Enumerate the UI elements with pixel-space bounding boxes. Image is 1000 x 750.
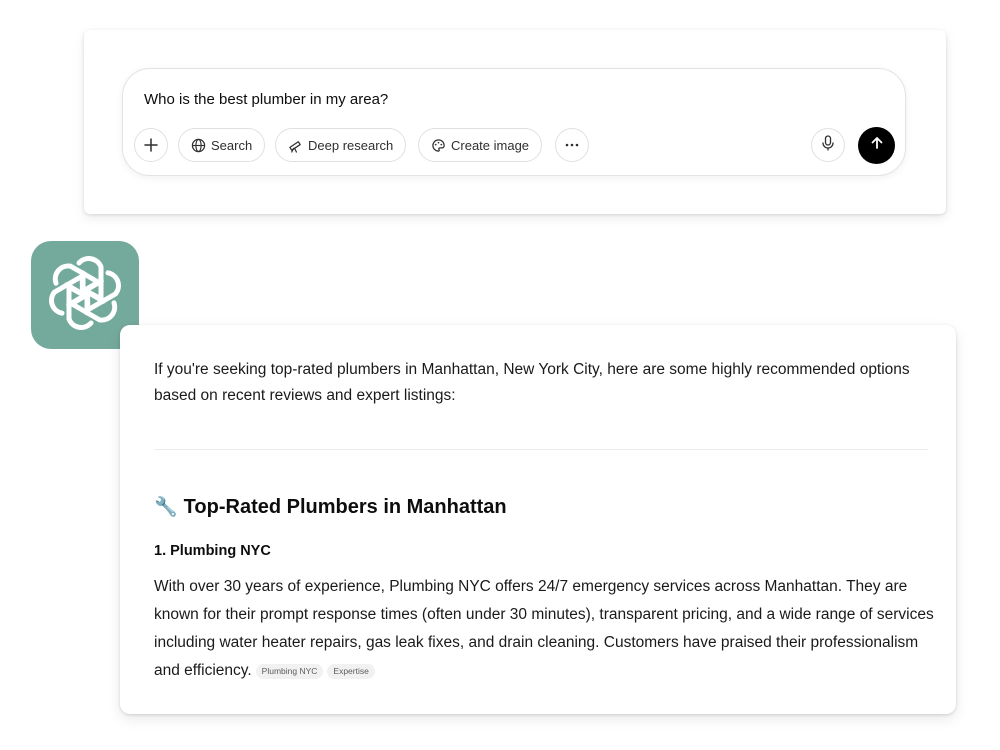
source-chip[interactable]: Expertise — [327, 664, 375, 679]
deep-research-label: Deep research — [308, 137, 394, 153]
response-intro: If you're seeking top-rated plumbers in … — [154, 361, 910, 404]
plus-icon — [143, 137, 159, 153]
composer-input[interactable]: Who is the best plumber in my area? — [144, 91, 388, 108]
send-button[interactable] — [858, 127, 895, 164]
more-options-button[interactable] — [555, 128, 589, 162]
create-image-label: Create image — [451, 137, 530, 153]
divider — [154, 449, 928, 450]
prompt-card: Who is the best plumber in my area? Sear… — [84, 30, 946, 214]
source-chip[interactable]: Plumbing NYC — [255, 664, 324, 679]
response-card: If you're seeking top-rated plumbers in … — [120, 325, 956, 714]
search-button-label: Search — [211, 137, 253, 153]
telescope-icon — [288, 138, 303, 153]
list-item-title: 1. Plumbing NYC — [154, 543, 271, 559]
add-button[interactable] — [134, 128, 168, 162]
composer[interactable]: Who is the best plumber in my area? Sear… — [122, 68, 906, 176]
ellipsis-icon — [564, 137, 580, 153]
list-item-body: With over 30 years of experience, Plumbi… — [154, 573, 934, 685]
section-title: Top-Rated Plumbers in Manhattan — [183, 495, 507, 518]
search-button[interactable]: Search — [178, 128, 266, 162]
microphone-button[interactable] — [811, 128, 845, 162]
globe-icon — [191, 138, 206, 153]
microphone-icon — [821, 134, 835, 156]
openai-logo-icon — [43, 251, 127, 340]
section-heading: 🔧 Top-Rated Plumbers in Manhattan — [154, 495, 507, 519]
arrow-up-icon — [869, 135, 885, 156]
create-image-button[interactable]: Create image — [418, 128, 543, 162]
deep-research-button[interactable]: Deep research — [275, 128, 407, 162]
palette-icon — [431, 138, 446, 153]
wrench-icon: 🔧 — [154, 497, 178, 518]
composer-toolbar: Search Deep research Create image — [134, 127, 895, 164]
